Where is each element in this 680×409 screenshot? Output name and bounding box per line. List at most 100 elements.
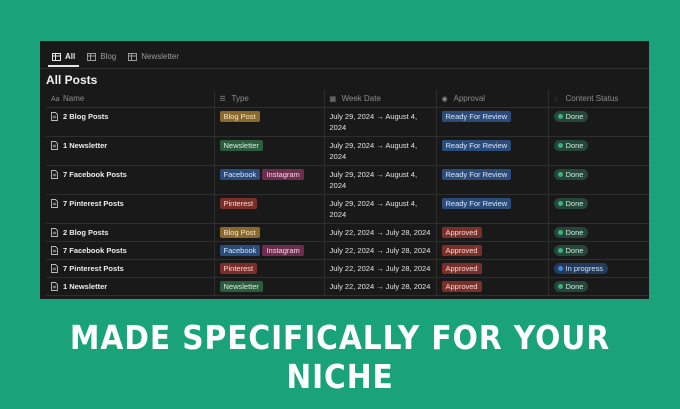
- type-tag: Pinterest: [219, 262, 258, 274]
- cell-type[interactable]: Newsletter: [213, 136, 324, 166]
- cell-week[interactable]: July 29, 2024 → August 4, 2024: [323, 194, 436, 224]
- table-row[interactable]: 2 Blog Posts Blog Post July 22, 2024 → Jul…: [46, 223, 649, 242]
- approval-tag: Ready For Review: [441, 197, 512, 209]
- week-date-line: July 22, 2024 → July 28, 2024: [329, 245, 431, 255]
- cell-status[interactable]: Done: [547, 165, 649, 195]
- cell-type[interactable]: Blog Post: [213, 107, 324, 137]
- table-row[interactable]: 7 Pinterest Posts Pinterest July 22, 2024 …: [46, 259, 649, 278]
- cell-type[interactable]: Newsletter: [213, 277, 324, 296]
- select-property-icon: ◉: [441, 96, 448, 104]
- cell-approval[interactable]: Approved: [435, 241, 548, 260]
- week-date-line: July 22, 2024 → July 28, 2024: [329, 263, 431, 273]
- post-title: 7 Facebook Posts: [63, 245, 127, 255]
- type-tag: Facebook: [219, 168, 261, 180]
- status-dot-icon: [557, 200, 563, 206]
- cell-week[interactable]: July 22, 2024 → July 28, 2024: [323, 259, 436, 278]
- cell-name[interactable]: 7 Pinterest Posts: [46, 259, 214, 278]
- approval-tag: Ready For Review: [441, 139, 512, 151]
- cell-status[interactable]: In progress: [547, 259, 649, 278]
- cell-approval[interactable]: Ready For Review: [435, 107, 548, 137]
- cell-name[interactable]: 2 Blog Posts: [46, 107, 214, 137]
- post-title: 1 Newsletter: [63, 140, 108, 150]
- cell-week[interactable]: July 29, 2024 → August 4, 2024: [323, 165, 436, 195]
- cell-type[interactable]: Facebook Instagram: [213, 165, 324, 195]
- column-header-type[interactable]: ☰ Type: [213, 91, 324, 108]
- cell-status[interactable]: Done: [547, 107, 649, 137]
- week-date-line: 2024: [329, 151, 347, 161]
- tab-all[interactable]: All: [46, 48, 81, 67]
- week-date-line: 2024: [329, 180, 347, 190]
- tab-label: All: [65, 52, 76, 61]
- page-icon: [51, 169, 58, 179]
- post-title: 7 Facebook Posts: [63, 169, 127, 179]
- week-date-line: July 29, 2024 → August 4,: [329, 198, 418, 208]
- posts-table: Aa Name ☰ Type ▦ Week Date ◉ Approval ◌ Conte…: [46, 91, 649, 296]
- approval-tag: Approved: [441, 226, 482, 238]
- page-icon: [51, 140, 58, 150]
- status-dot-icon: [557, 283, 563, 289]
- page-icon: [51, 227, 58, 237]
- week-date-line: July 22, 2024 → July 28, 2024: [329, 281, 431, 291]
- cell-type[interactable]: Facebook Instagram: [213, 241, 324, 260]
- text-property-icon: Aa: [51, 96, 60, 104]
- table-icon: [87, 52, 97, 61]
- cell-name[interactable]: 2 Blog Posts: [46, 223, 214, 242]
- cell-name[interactable]: 7 Facebook Posts: [46, 241, 214, 260]
- cell-status[interactable]: Done: [547, 277, 649, 296]
- cell-status[interactable]: Done: [547, 223, 649, 242]
- cell-type[interactable]: Pinterest: [213, 259, 324, 278]
- cell-name[interactable]: 7 Facebook Posts: [46, 165, 214, 195]
- week-date-line: 2024: [329, 122, 347, 132]
- cell-week[interactable]: July 22, 2024 → July 28, 2024: [323, 223, 436, 242]
- cell-week[interactable]: July 22, 2024 → July 28, 2024: [323, 241, 436, 260]
- table-header-row: Aa Name ☰ Type ▦ Week Date ◉ Approval ◌ Conte…: [46, 91, 649, 108]
- column-header-name[interactable]: Aa Name: [46, 91, 214, 108]
- cell-status[interactable]: Done: [547, 136, 649, 166]
- page-icon: [51, 111, 58, 121]
- page-icon: [51, 263, 58, 273]
- type-tag: Pinterest: [219, 197, 258, 209]
- cell-approval[interactable]: Ready For Review: [435, 165, 548, 195]
- status-dot-icon: [557, 265, 563, 271]
- status-badge: Done: [553, 280, 589, 292]
- column-header-approval[interactable]: ◉ Approval: [435, 91, 548, 108]
- type-tag: Newsletter: [219, 280, 263, 292]
- cell-week[interactable]: July 29, 2024 → August 4, 2024: [323, 136, 436, 166]
- status-badge: Done: [553, 226, 589, 238]
- cell-approval[interactable]: Ready For Review: [435, 194, 548, 224]
- tab-blog[interactable]: Blog: [81, 48, 122, 66]
- cell-name[interactable]: 7 Pinterest Posts: [46, 194, 214, 224]
- cell-type[interactable]: Pinterest: [213, 194, 324, 224]
- cell-approval[interactable]: Approved: [435, 277, 548, 296]
- status-badge: Done: [553, 197, 589, 209]
- cell-approval[interactable]: Approved: [435, 259, 548, 278]
- cell-name[interactable]: 1 Newsletter: [46, 277, 214, 296]
- cell-status[interactable]: Done: [547, 241, 649, 260]
- view-tabs: All Blog Newsletter: [46, 47, 185, 67]
- table-row[interactable]: 1 Newsletter Newsletter July 22, 2024 → Ju…: [46, 277, 649, 296]
- status-badge: Done: [553, 139, 589, 151]
- column-header-week[interactable]: ▦ Week Date: [323, 91, 436, 108]
- approval-tag: Ready For Review: [441, 168, 512, 180]
- type-tag: Facebook: [219, 244, 261, 256]
- cell-approval[interactable]: Approved: [435, 223, 548, 242]
- table-row[interactable]: 7 Pinterest Posts Pinterest July 29, 2024 …: [46, 194, 649, 224]
- table-row[interactable]: 2 Blog Posts Blog Post July 29, 2024 → Aug…: [46, 107, 649, 137]
- cell-type[interactable]: Blog Post: [213, 223, 324, 242]
- table-row[interactable]: 1 Newsletter Newsletter July 29, 2024 → Au…: [46, 136, 649, 166]
- table-row[interactable]: 7 Facebook Posts Facebook Instagram July 29…: [46, 165, 649, 195]
- cell-approval[interactable]: Ready For Review: [435, 136, 548, 166]
- type-tag: Instagram: [262, 244, 304, 256]
- tab-newsletter[interactable]: Newsletter: [122, 48, 185, 66]
- cell-name[interactable]: 1 Newsletter: [46, 136, 214, 166]
- cell-week[interactable]: July 29, 2024 → August 4, 2024: [323, 107, 436, 137]
- post-title: 2 Blog Posts: [63, 227, 109, 237]
- post-title: 1 Newsletter: [63, 281, 108, 291]
- page-icon: [51, 281, 58, 291]
- week-date-line: July 29, 2024 → August 4,: [329, 169, 418, 179]
- table-row[interactable]: 7 Facebook Posts Facebook Instagram July 22…: [46, 241, 649, 260]
- column-header-status[interactable]: ◌ Content Status: [547, 91, 649, 108]
- page-icon: [51, 245, 58, 255]
- cell-week[interactable]: July 22, 2024 → July 28, 2024: [323, 277, 436, 296]
- cell-status[interactable]: Done: [547, 194, 649, 224]
